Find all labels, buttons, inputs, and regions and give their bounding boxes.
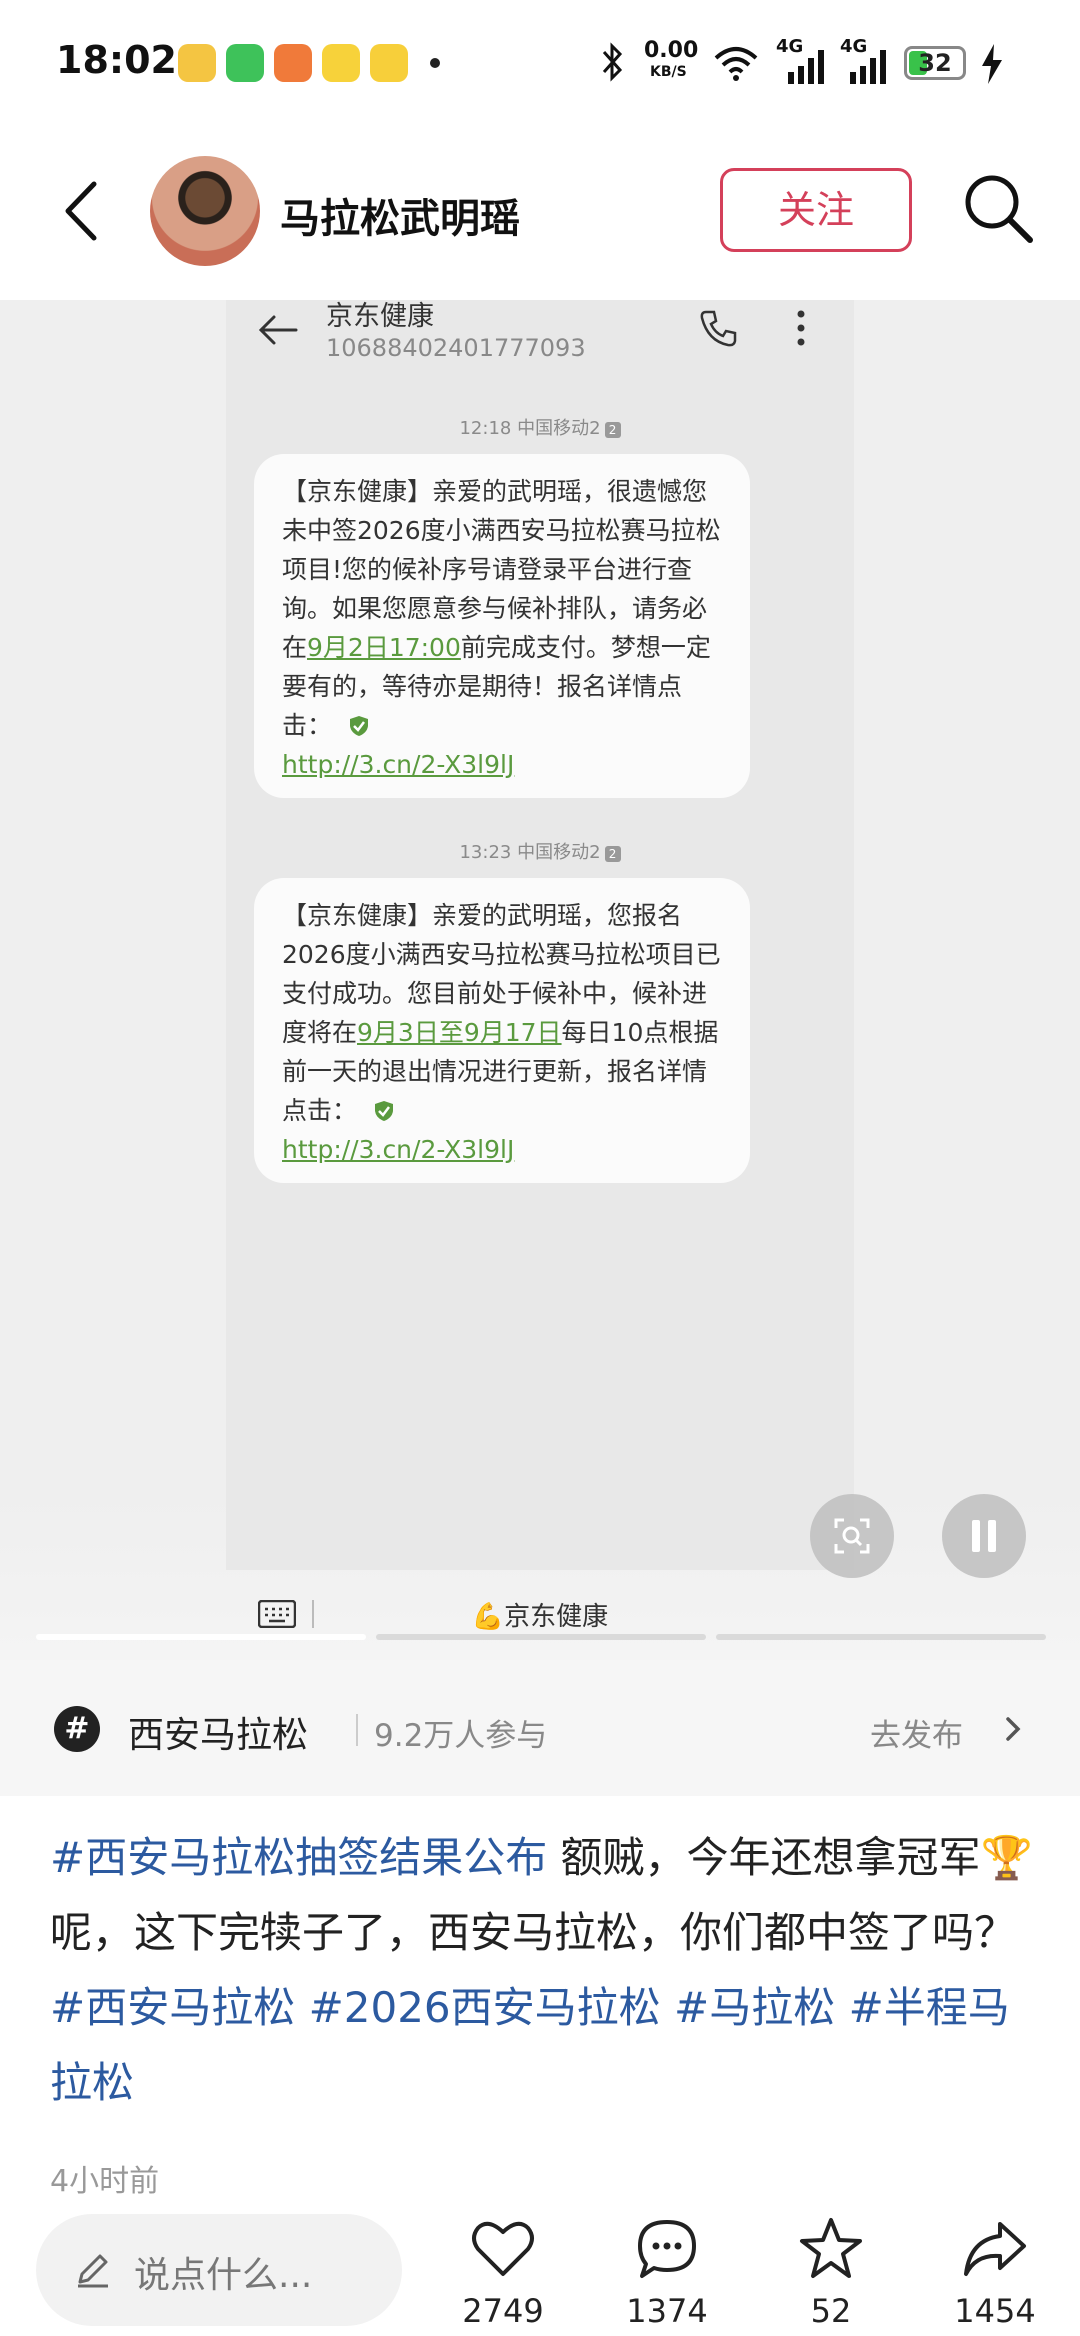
- battery-icon: 32: [904, 46, 966, 80]
- signal2-icon: [850, 50, 886, 84]
- topic-hash-icon: #: [54, 1706, 100, 1752]
- avatar[interactable]: [150, 156, 260, 266]
- scan-icon: [834, 1518, 870, 1554]
- qq-icon: [322, 44, 360, 82]
- message-bubble: 【京东健康】亲爱的武明瑶，很遗憾您未中签2026度小满西安马拉松赛马拉松项目!您…: [254, 454, 750, 798]
- comment-placeholder: 说点什么...: [134, 2255, 313, 2296]
- message-date-link: 9月3日至9月17日: [357, 1018, 562, 1047]
- battery-level: 32: [918, 49, 952, 77]
- heart-icon: [472, 2221, 534, 2276]
- divider: [356, 1714, 358, 1746]
- comment-button[interactable]: 1374: [602, 2206, 732, 2336]
- message-bubble: 【京东健康】亲爱的武明瑶，您报名2026度小满西安马拉松赛马拉松项目已支付成功。…: [254, 878, 750, 1183]
- hashtag-link[interactable]: #2026西安马拉松: [309, 1983, 661, 2032]
- net-speed-unit: KB/S: [650, 64, 687, 80]
- share-count: 1454: [954, 2292, 1036, 2330]
- sms-contact-number: 10688402401777093: [326, 334, 586, 362]
- profile-header: 马拉松武明瑶 关注: [0, 130, 1080, 300]
- username[interactable]: 马拉松武明瑶: [280, 186, 520, 244]
- message-url-link: http://3.cn/2-X3l9lJ: [282, 750, 515, 779]
- app-icon-yellow: [370, 44, 408, 82]
- search-icon[interactable]: [960, 170, 1036, 246]
- message-date-link: 9月2日17:00: [307, 633, 461, 662]
- status-time: 18:02: [56, 38, 177, 82]
- message-url-link: http://3.cn/2-X3l9lJ: [282, 1135, 515, 1164]
- post-media[interactable]: 京东健康 10688402401777093 12:18 中国移动2 2 【京东健…: [0, 300, 1080, 1660]
- topic-participants: 9.2万人参与: [374, 1718, 548, 1754]
- bluetooth-icon: [602, 42, 623, 82]
- app-icon-orange: [274, 44, 312, 82]
- message-timestamp: 12:18 中国移动2 2: [226, 414, 854, 440]
- post-content: #西安马拉松抽签结果公布 额贼，今年还想拿冠军🏆呢，这下完犊子了，西安马拉松，你…: [50, 1820, 1040, 2120]
- bottom-action-bar: 说点什么... 2749 1374 52 1454: [0, 2196, 1080, 2336]
- star-icon: [800, 2218, 862, 2278]
- like-button[interactable]: 2749: [438, 2206, 568, 2336]
- phone-icon: [700, 310, 737, 347]
- sms-back-icon: [258, 315, 298, 345]
- verified-shield-icon: [374, 1101, 393, 1121]
- post-timestamp: 4小时前: [50, 2164, 160, 2199]
- net-speed-value: 0.00: [644, 38, 699, 63]
- follow-button[interactable]: 关注: [720, 168, 912, 252]
- sms-screenshot: 京东健康 10688402401777093 12:18 中国移动2 2 【京东健…: [226, 300, 854, 1570]
- hashtag-link[interactable]: #西安马拉松: [50, 1983, 295, 2032]
- hashtag-link[interactable]: #马拉松: [674, 1983, 835, 2032]
- scan-image-button[interactable]: [810, 1494, 894, 1578]
- more-vertical-icon: [797, 310, 805, 346]
- wifi-icon: [714, 47, 758, 81]
- topic-publish-link[interactable]: 去发布: [870, 1710, 963, 1755]
- sms-contact-name: 京东健康: [326, 301, 434, 332]
- signal1-icon: [788, 50, 824, 84]
- media-progress-segment: [716, 1634, 1046, 1640]
- media-progress-segment-active: [36, 1634, 366, 1640]
- like-count: 2749: [462, 2292, 544, 2330]
- status-bar: 18:02 0.00 KB/S 4G 4G 32: [0, 0, 1080, 130]
- back-icon[interactable]: [50, 176, 120, 246]
- comment-input[interactable]: 说点什么...: [36, 2214, 402, 2326]
- weibo-icon: [178, 44, 216, 82]
- share-button[interactable]: 1454: [930, 2206, 1060, 2336]
- verified-shield-icon: [349, 716, 368, 736]
- pen-icon: [78, 2254, 108, 2288]
- comment-bubble-icon: [638, 2220, 696, 2278]
- media-progress-segment: [376, 1634, 706, 1640]
- charging-icon: [982, 44, 1002, 84]
- chevron-right-icon: [1006, 1717, 1021, 1741]
- comment-count: 1374: [626, 2292, 708, 2330]
- message-timestamp: 13:23 中国移动2 2: [226, 838, 854, 864]
- hashtag-link[interactable]: #西安马拉松抽签结果公布: [50, 1833, 547, 1882]
- wechat-icon: [226, 44, 264, 82]
- more-notifications-dot: [430, 58, 440, 68]
- topic-name: 西安马拉松: [128, 1715, 309, 1756]
- pause-button[interactable]: [942, 1494, 1026, 1578]
- favorite-button[interactable]: 52: [766, 2206, 896, 2336]
- share-arrow-icon: [964, 2222, 1026, 2276]
- favorite-count: 52: [810, 2292, 852, 2330]
- topic-bar[interactable]: # 西安马拉松 9.2万人参与 去发布: [0, 1660, 1080, 1796]
- pause-icon: [972, 1520, 996, 1552]
- sms-source-label: 💪京东健康: [471, 1602, 609, 1632]
